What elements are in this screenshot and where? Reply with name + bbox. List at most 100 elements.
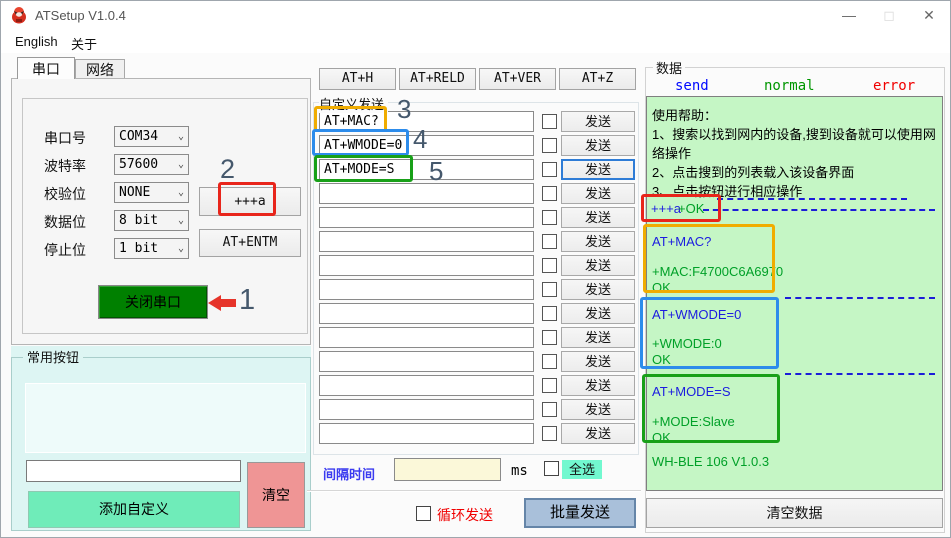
serial-field-value: COM34 [119, 129, 158, 144]
send-button[interactable]: 发送 [561, 183, 635, 204]
app-window: ATSetup V1.0.4 — ◻ ✕ English 关于 串口 网络 串口… [0, 0, 951, 538]
row-checkbox[interactable] [542, 378, 557, 393]
minimize-button[interactable]: — [832, 1, 866, 29]
custom-command-field[interactable] [319, 207, 534, 228]
quick-command-button[interactable]: AT+RELD [399, 68, 476, 90]
send-button[interactable]: 发送 [561, 279, 635, 300]
custom-command-field[interactable] [319, 423, 534, 444]
send-button[interactable]: 发送 [561, 399, 635, 420]
tab-network[interactable]: 网络 [75, 59, 125, 79]
custom-send-row: 发送 [319, 183, 639, 204]
title-bar: ATSetup V1.0.4 — ◻ ✕ [1, 1, 950, 29]
row-checkbox[interactable] [542, 282, 557, 297]
common-buttons-list[interactable] [25, 383, 306, 453]
loop-send-checkbox[interactable] [416, 506, 431, 521]
row-checkbox[interactable] [542, 210, 557, 225]
row-checkbox[interactable] [542, 330, 557, 345]
log-line: +MODE:Slave [652, 414, 735, 429]
clear-button[interactable]: 清空 [247, 462, 305, 528]
custom-command-field[interactable] [319, 351, 534, 372]
quick-command-button[interactable]: AT+H [319, 68, 396, 90]
menu-bar: English 关于 [1, 29, 950, 53]
plus-a-button[interactable]: +++a [199, 187, 301, 216]
custom-command-field[interactable] [319, 279, 534, 300]
log-line: AT+MODE=S [652, 384, 731, 399]
send-button[interactable]: 发送 [561, 111, 635, 132]
send-button[interactable]: 发送 [561, 303, 635, 324]
row-checkbox[interactable] [542, 426, 557, 441]
custom-command-input[interactable] [26, 460, 241, 482]
custom-send-row: 发送 [319, 303, 639, 324]
serial-field-select[interactable]: 57600⌄ [114, 154, 189, 175]
serial-field-select[interactable]: NONE ⌄ [114, 182, 189, 203]
quick-command-button[interactable]: AT+Z [559, 68, 636, 90]
custom-command-field[interactable] [319, 303, 534, 324]
log-line: 1、搜索以找到网内的设备,搜到设备就可以使用网 [652, 124, 936, 143]
clear-data-button[interactable]: 清空数据 [646, 498, 943, 528]
annotation-number-3: 3 [397, 94, 411, 125]
serial-field-select[interactable]: 1 bit⌄ [114, 238, 189, 259]
custom-command-field[interactable] [319, 375, 534, 396]
row-checkbox[interactable] [542, 354, 557, 369]
send-button[interactable]: 发送 [561, 207, 635, 228]
send-button[interactable]: 发送 [561, 423, 635, 444]
serial-field-select[interactable]: 8 bit⌄ [114, 210, 189, 231]
row-checkbox[interactable] [542, 402, 557, 417]
tab-serial[interactable]: 串口 [17, 57, 75, 79]
log-line: AT+MAC? [652, 234, 711, 249]
serial-field-select[interactable]: COM34⌄ [114, 126, 189, 147]
custom-send-row: 发送 [319, 111, 639, 132]
maximize-button[interactable]: ◻ [872, 1, 906, 29]
serial-field-value: NONE [119, 185, 150, 200]
select-all-checkbox[interactable] [544, 461, 559, 476]
chevron-down-icon: ⌄ [178, 159, 184, 170]
log-line: 2、点击搜到的列表载入该设备界面 [652, 162, 854, 181]
custom-command-field[interactable] [319, 159, 534, 180]
log-line: 使用帮助： [652, 105, 717, 124]
row-checkbox[interactable] [542, 138, 557, 153]
row-checkbox[interactable] [542, 114, 557, 129]
custom-send-row: 发送 [319, 255, 639, 276]
chevron-down-icon: ⌄ [178, 187, 184, 198]
row-checkbox[interactable] [542, 234, 557, 249]
close-button[interactable]: ✕ [912, 1, 946, 29]
loop-send-label: 循环发送 [437, 505, 493, 525]
row-checkbox[interactable] [542, 162, 557, 177]
add-custom-button[interactable]: 添加自定义 [28, 491, 240, 528]
send-button[interactable]: 发送 [561, 375, 635, 396]
send-button[interactable]: 发送 [561, 255, 635, 276]
row-checkbox[interactable] [542, 258, 557, 273]
data-log-area[interactable]: 使用帮助：1、搜索以找到网内的设备,搜到设备就可以使用网络操作2、点击搜到的列表… [646, 96, 943, 491]
custom-command-field[interactable] [319, 231, 534, 252]
annotation-number-1: 1 [239, 284, 255, 317]
serial-field-label: 串口号 [44, 128, 86, 148]
custom-send-row: 发送 [319, 231, 639, 252]
middle-separator [307, 490, 641, 492]
row-checkbox[interactable] [542, 186, 557, 201]
menu-item-about[interactable]: 关于 [65, 32, 103, 55]
interval-time-input[interactable] [394, 458, 501, 481]
send-button[interactable]: 发送 [561, 351, 635, 372]
send-button[interactable]: 发送 [561, 159, 635, 180]
log-line: +WMODE:0 [652, 336, 722, 351]
custom-command-field[interactable] [319, 183, 534, 204]
log-line: OK [652, 280, 671, 295]
legend-normal: normal [764, 78, 815, 94]
menu-item-english[interactable]: English [9, 32, 64, 51]
log-line: +++a [651, 201, 681, 216]
send-button[interactable]: 发送 [561, 135, 635, 156]
custom-command-field[interactable] [319, 327, 534, 348]
close-serial-port-button[interactable]: 关闭串口 [98, 285, 208, 319]
send-button[interactable]: 发送 [561, 327, 635, 348]
quick-command-button[interactable]: AT+VER [479, 68, 556, 90]
log-separator [785, 373, 935, 375]
custom-command-field[interactable] [319, 399, 534, 420]
serial-field-label: 波特率 [44, 156, 86, 176]
batch-send-button[interactable]: 批量发送 [524, 498, 636, 528]
row-checkbox[interactable] [542, 306, 557, 321]
send-button[interactable]: 发送 [561, 231, 635, 252]
custom-send-row: 发送 [319, 375, 639, 396]
at-entm-button[interactable]: AT+ENTM [199, 229, 301, 257]
log-line: +MAC:F4700C6A6970 [652, 264, 783, 279]
custom-command-field[interactable] [319, 255, 534, 276]
